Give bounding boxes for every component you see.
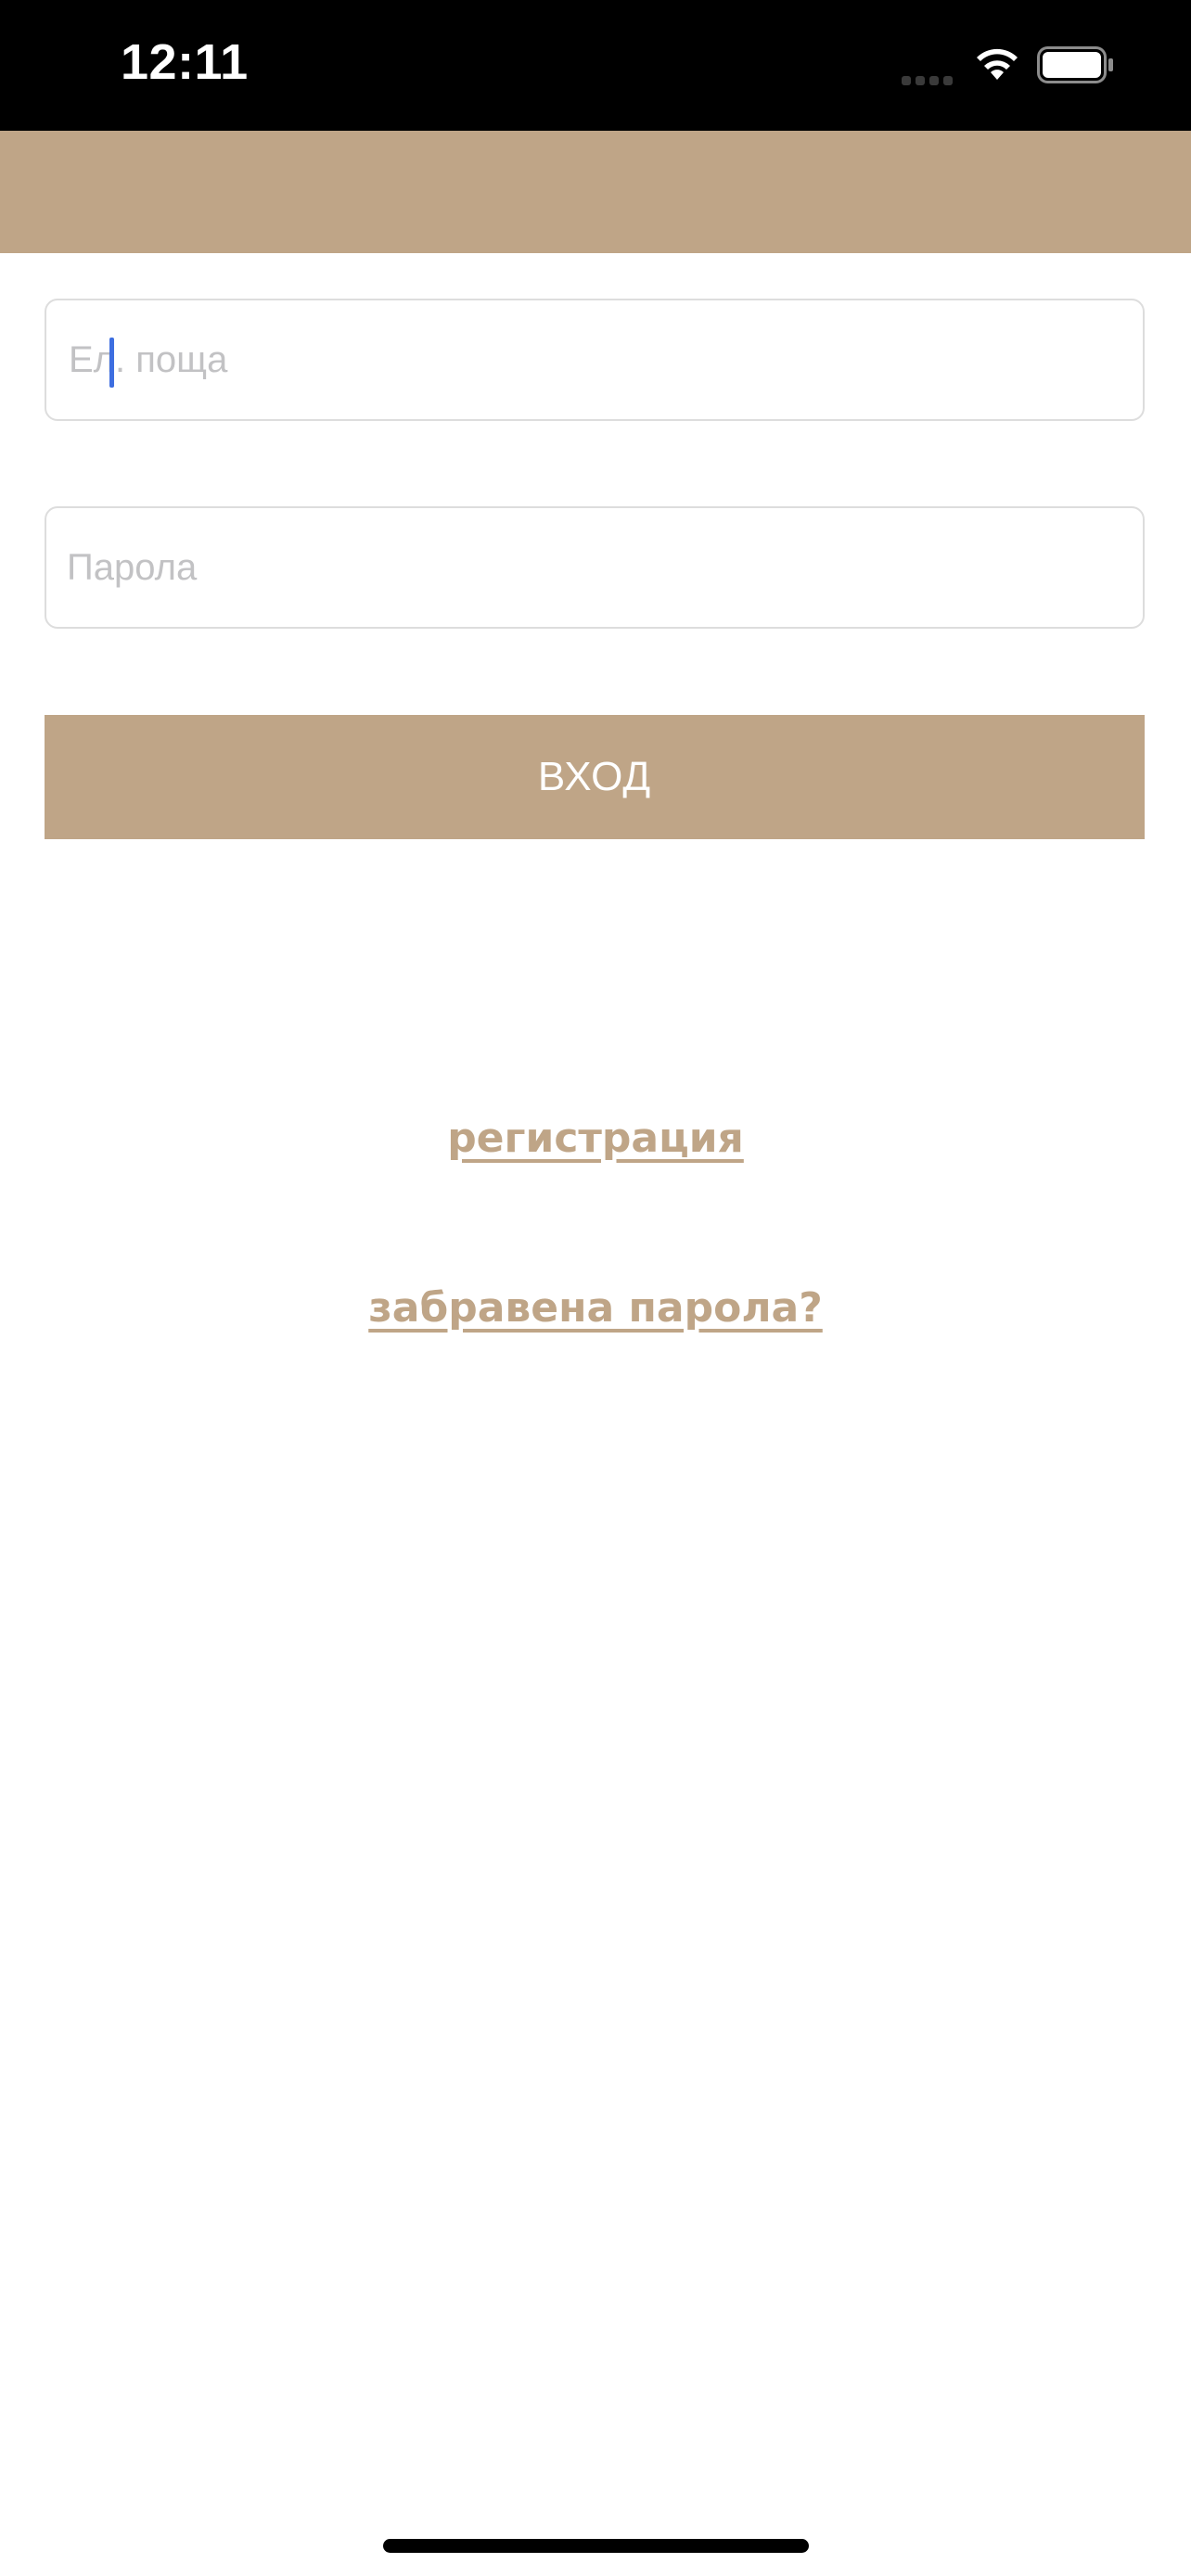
forgot-password-link[interactable]: забравена парола? bbox=[0, 1284, 1191, 1332]
status-bar: 12:11 bbox=[0, 0, 1191, 131]
text-cursor bbox=[109, 338, 114, 388]
login-screen: 12:11 ВХОД регистрация забравена парола? bbox=[0, 0, 1191, 2576]
email-input[interactable] bbox=[67, 300, 1143, 419]
battery-icon bbox=[1037, 46, 1113, 83]
home-indicator bbox=[383, 2539, 809, 2553]
password-input[interactable] bbox=[67, 508, 1143, 627]
email-field[interactable] bbox=[45, 299, 1145, 421]
login-button[interactable]: ВХОД bbox=[45, 715, 1145, 839]
register-link[interactable]: регистрация bbox=[0, 1115, 1191, 1162]
password-field[interactable] bbox=[45, 506, 1145, 629]
header-bar bbox=[0, 131, 1191, 253]
status-time: 12:11 bbox=[121, 34, 249, 90]
signal-icon bbox=[902, 73, 957, 85]
wifi-icon bbox=[977, 48, 1018, 80]
